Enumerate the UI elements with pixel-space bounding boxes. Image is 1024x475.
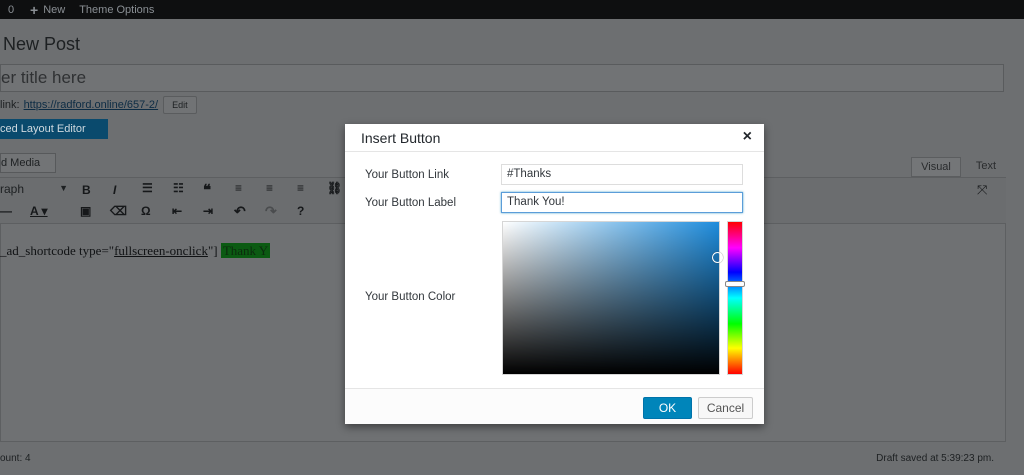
- hue-slider-handle[interactable]: [725, 281, 745, 287]
- dialog-header: Insert Button ×: [345, 124, 764, 152]
- insert-button-dialog: Insert Button × Your Button Link #Thanks…: [345, 124, 764, 424]
- dialog-footer: OK Cancel: [345, 388, 764, 424]
- button-link-label: Your Button Link: [365, 169, 449, 181]
- button-link-input[interactable]: #Thanks: [501, 164, 743, 185]
- dialog-title: Insert Button: [361, 130, 441, 146]
- button-label-input[interactable]: Thank You!: [501, 192, 743, 213]
- close-icon[interactable]: ×: [743, 128, 752, 146]
- button-color-label: Your Button Color: [365, 291, 456, 303]
- saturation-handle[interactable]: [712, 252, 723, 263]
- cancel-button[interactable]: Cancel: [698, 397, 753, 419]
- ok-button[interactable]: OK: [643, 397, 692, 419]
- button-label-label: Your Button Label: [365, 197, 457, 209]
- hue-slider[interactable]: [727, 221, 743, 375]
- color-saturation-picker[interactable]: [502, 221, 723, 375]
